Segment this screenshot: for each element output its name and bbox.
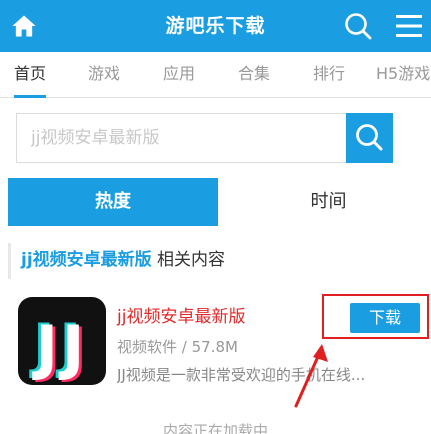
header-search-button[interactable] xyxy=(343,11,373,41)
jj-logo-icon: JJ JJ JJ xyxy=(29,311,89,385)
app-name[interactable]: jj视频安卓最新版 xyxy=(117,302,245,327)
section-keyword: jj视频安卓最新版 xyxy=(21,250,152,270)
loading-text: 内容正在加载中 xyxy=(162,422,268,434)
top-bar: 游吧乐下载 xyxy=(0,0,431,52)
search-icon xyxy=(356,124,383,151)
download-button[interactable]: 下载 xyxy=(350,303,420,333)
app-description: JJ视频是一款非常受欢迎的手机在线... xyxy=(117,366,366,384)
search-icon xyxy=(345,13,372,40)
tab-h5-games[interactable]: H5游戏 xyxy=(376,52,430,98)
tab-ranking[interactable]: 排行 xyxy=(313,52,345,98)
app-meta: 视频软件 / 57.8M xyxy=(117,338,238,356)
home-button[interactable] xyxy=(10,12,38,40)
home-icon xyxy=(12,15,36,37)
app-icon[interactable]: JJ JJ JJ xyxy=(18,297,106,385)
section-suffix: 相关内容 xyxy=(151,250,226,270)
search-bar xyxy=(16,113,393,163)
sort-by-popularity-tab[interactable]: 热度 xyxy=(8,178,218,226)
tab-games[interactable]: 游戏 xyxy=(88,52,120,98)
app-icon-text-white: JJ xyxy=(32,313,89,383)
tab-collections[interactable]: 合集 xyxy=(238,52,270,98)
sort-tabs: 热度 时间 xyxy=(8,178,431,226)
nav-tabs: 首页 游戏 应用 合集 排行 H5游戏 xyxy=(0,52,431,98)
menu-button[interactable] xyxy=(394,12,424,40)
list-item[interactable]: JJ JJ JJ jj视频安卓最新版 视频软件 / 57.8M JJ视频是一款非… xyxy=(0,290,431,390)
menu-icon xyxy=(396,15,422,37)
sort-by-time-tab[interactable]: 时间 xyxy=(226,178,431,226)
tab-home[interactable]: 首页 xyxy=(14,52,47,98)
tab-apps[interactable]: 应用 xyxy=(163,52,195,98)
search-input[interactable] xyxy=(16,113,348,163)
search-submit-button[interactable] xyxy=(346,113,393,163)
section-heading: jj视频安卓最新版 相关内容 xyxy=(8,243,225,279)
